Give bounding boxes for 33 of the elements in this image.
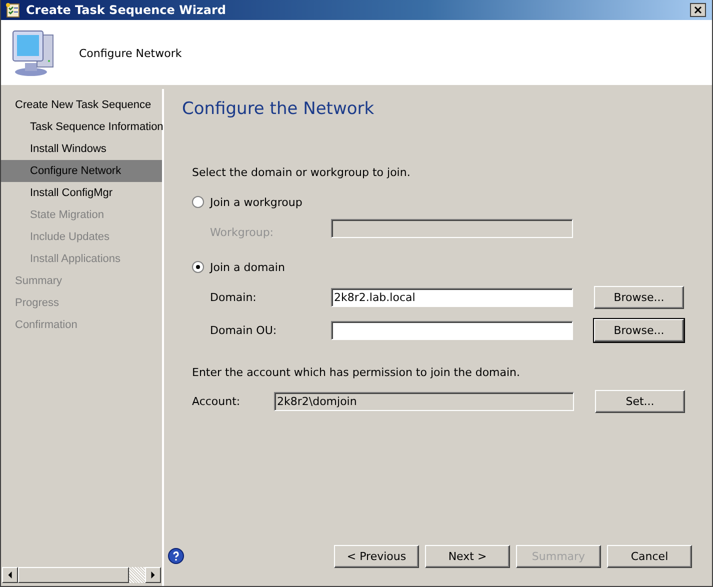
radio-button[interactable] <box>192 261 204 273</box>
sidebar-item[interactable]: Install ConfigMgr <box>1 182 162 204</box>
field-label: Domain: <box>209 290 258 304</box>
dialog-button[interactable]: Browse... <box>594 318 684 342</box>
input-field[interactable]: 2k8r2.lab.local <box>331 288 573 306</box>
sidebar-item[interactable]: Task Sequence Information <box>1 116 162 138</box>
checklist-icon <box>5 2 21 18</box>
input-field[interactable]: 2k8r2\domjoin <box>274 392 574 410</box>
instruction-text: Enter the account which has permission to join the domain. <box>192 365 522 381</box>
dialog-button[interactable]: Cancel <box>607 544 692 568</box>
radio-label: Join a workgroup <box>210 196 302 208</box>
window-title: Create Task Sequence Wizard <box>26 3 228 17</box>
field-label: Account: <box>192 394 242 408</box>
help-icon[interactable] <box>168 548 184 564</box>
sidebar-item[interactable]: Configure Network <box>1 160 162 182</box>
radio-label: Join a domain <box>210 260 285 274</box>
header-title: Configure Network <box>79 47 182 60</box>
dialog-button[interactable]: < Previous <box>334 544 419 568</box>
close-icon[interactable] <box>690 3 706 17</box>
dialog-button[interactable]: Set... <box>595 390 685 412</box>
field-label: Domain OU: <box>209 324 278 336</box>
field-label: Workgroup: <box>209 226 275 238</box>
dialog-button[interactable]: Browse... <box>594 286 684 308</box>
instruction-text: Select the domain or workgroup to join. <box>192 165 412 181</box>
horizontal-scrollbar[interactable] <box>2 567 161 583</box>
dialog-button[interactable]: Next > <box>425 544 510 568</box>
sidebar-item[interactable]: Install Windows <box>1 138 162 160</box>
sidebar-item[interactable]: Create New Task Sequence <box>1 94 162 116</box>
input-field[interactable] <box>331 320 573 340</box>
scroll-right-icon[interactable] <box>145 567 161 583</box>
page-title: Configure the Network <box>182 99 376 121</box>
radio-button[interactable] <box>192 196 204 208</box>
scroll-left-icon[interactable] <box>2 567 18 583</box>
